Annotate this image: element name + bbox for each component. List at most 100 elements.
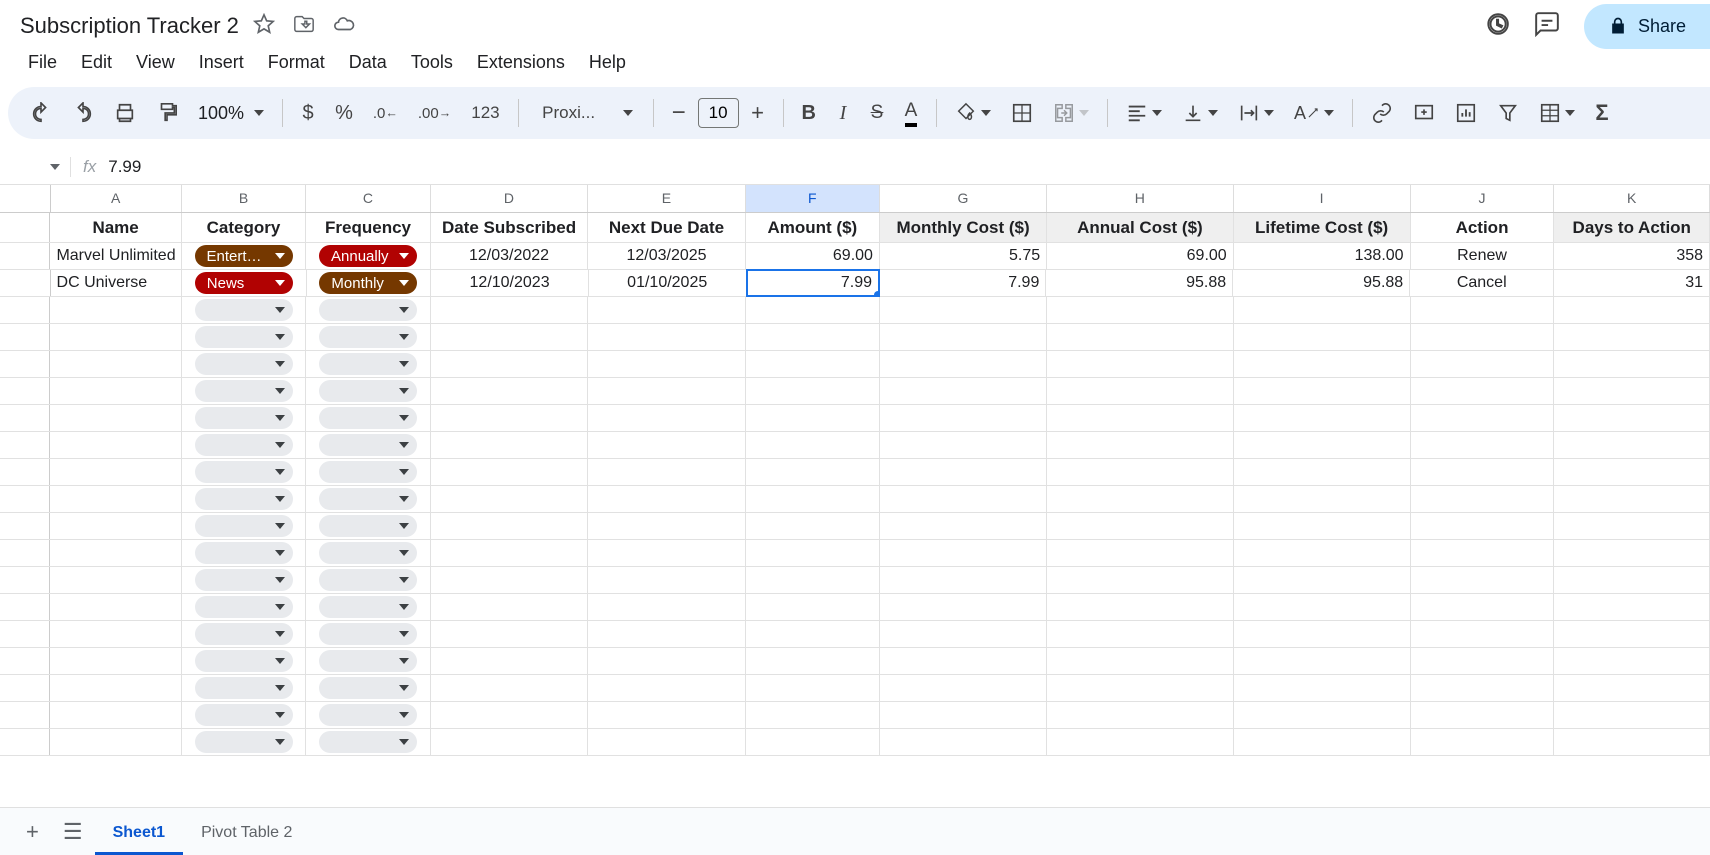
cell-empty[interactable] [1554,432,1710,458]
cell-empty[interactable] [1234,621,1411,647]
cell-empty[interactable] [182,324,307,350]
cell-empty[interactable] [182,378,307,404]
header-G[interactable]: Monthly Cost ($) [880,213,1047,242]
cell-J2[interactable]: Renew [1411,243,1555,269]
chip-empty[interactable] [195,353,293,375]
cell-empty[interactable] [50,297,181,323]
cell-empty[interactable] [880,702,1047,728]
cell-empty[interactable] [1411,378,1555,404]
cell-empty[interactable] [306,513,431,539]
cell-empty[interactable] [50,324,181,350]
cell-empty[interactable] [1554,648,1710,674]
header-D[interactable]: Date Subscribed [431,213,588,242]
cell-empty[interactable] [1047,459,1234,485]
cell-empty[interactable] [50,702,181,728]
cell-J3[interactable]: Cancel [1410,270,1554,296]
cell-empty[interactable] [746,675,880,701]
cell-empty[interactable] [1047,567,1234,593]
cell-empty[interactable] [1554,702,1710,728]
move-icon[interactable] [293,13,315,40]
cell-empty[interactable] [588,540,745,566]
cell-empty[interactable] [1234,648,1411,674]
cell-empty[interactable] [1554,675,1710,701]
chip[interactable]: Monthly [319,272,417,294]
cell-empty[interactable] [1234,432,1411,458]
cell-K3[interactable]: 31 [1554,270,1710,296]
cell-empty[interactable] [431,324,588,350]
cell-empty[interactable] [1234,297,1411,323]
cell-empty[interactable] [431,405,588,431]
cell-empty[interactable] [880,729,1047,755]
font-size-input[interactable]: 10 [698,98,739,128]
cell-empty[interactable] [1411,594,1555,620]
header-C[interactable]: Frequency [306,213,431,242]
cell-empty[interactable] [431,486,588,512]
cell-empty[interactable] [746,648,880,674]
column-header-J[interactable]: J [1411,185,1555,212]
cell-empty[interactable] [1411,648,1555,674]
cell-empty[interactable] [880,594,1047,620]
cell-empty[interactable] [746,621,880,647]
cell-empty[interactable] [1234,351,1411,377]
cell-empty[interactable] [182,648,307,674]
cell-empty[interactable] [1411,297,1555,323]
cell-empty[interactable] [1411,459,1555,485]
cell-empty[interactable] [1234,459,1411,485]
cell-D2[interactable]: 12/03/2022 [431,243,588,269]
cell-empty[interactable] [182,621,307,647]
strikethrough-button[interactable]: S [862,96,892,130]
column-header-E[interactable]: E [588,185,745,212]
cell-empty[interactable] [746,486,880,512]
cell-empty[interactable] [50,459,181,485]
decrease-decimal-button[interactable]: .0← [365,99,406,128]
cell-empty[interactable] [431,702,588,728]
cell-empty[interactable] [588,594,745,620]
cell-empty[interactable] [306,729,431,755]
cell-empty[interactable] [746,405,880,431]
wrap-button[interactable] [1230,96,1282,130]
cell-I2[interactable]: 138.00 [1234,243,1411,269]
cell-empty[interactable] [746,729,880,755]
cell-empty[interactable] [306,486,431,512]
cell-empty[interactable] [880,648,1047,674]
all-sheets-button[interactable]: ☰ [51,809,95,855]
cell-empty[interactable] [1234,702,1411,728]
percent-button[interactable]: % [327,96,361,131]
column-header-A[interactable]: A [51,185,182,212]
cell-empty[interactable] [588,405,745,431]
chip-empty[interactable] [195,461,293,483]
cell-empty[interactable] [1234,324,1411,350]
cell-empty[interactable] [182,702,307,728]
font-dropdown[interactable]: Proxi... [529,97,609,129]
bold-button[interactable]: B [794,96,824,131]
cell-empty[interactable] [50,405,181,431]
cell-empty[interactable] [1411,702,1555,728]
cell-empty[interactable] [50,540,181,566]
chip-empty[interactable] [319,326,417,348]
cell-empty[interactable] [588,729,745,755]
cell-empty[interactable] [1047,378,1234,404]
cell-empty[interactable] [746,702,880,728]
chip[interactable]: News [195,272,293,294]
cell-empty[interactable] [1554,297,1710,323]
cell-empty[interactable] [306,378,431,404]
column-header-G[interactable]: G [880,185,1047,212]
cell-H2[interactable]: 69.00 [1047,243,1234,269]
column-header-I[interactable]: I [1234,185,1411,212]
chip-empty[interactable] [319,515,417,537]
cell-empty[interactable] [1234,486,1411,512]
cell-empty[interactable] [1234,378,1411,404]
chip-empty[interactable] [319,434,417,456]
cell-empty[interactable] [50,513,181,539]
cell-F2[interactable]: 69.00 [746,243,880,269]
cell-empty[interactable] [880,486,1047,512]
cell-empty[interactable] [50,486,181,512]
column-header-F[interactable]: F [746,185,880,212]
header-F[interactable]: Amount ($) [746,213,880,242]
cell-empty[interactable] [1554,621,1710,647]
chip-empty[interactable] [319,380,417,402]
cell-empty[interactable] [306,621,431,647]
cell-empty[interactable] [182,513,307,539]
cell-empty[interactable] [50,432,181,458]
cell-empty[interactable] [880,432,1047,458]
